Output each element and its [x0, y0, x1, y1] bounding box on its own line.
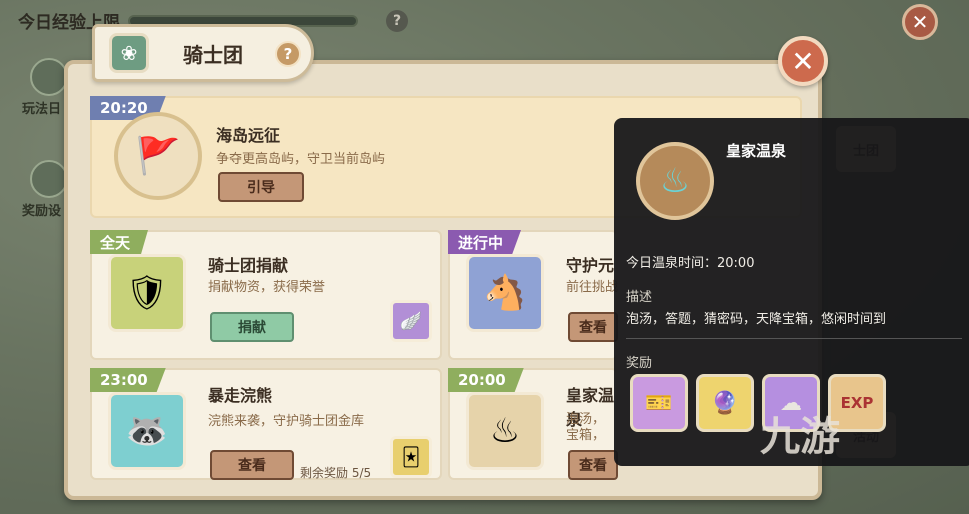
card-desc: 前往挑战	[566, 280, 619, 295]
card-reward-icon: 🃏	[390, 436, 432, 478]
hot-spring-icon: ♨	[636, 142, 714, 220]
side-menu-item-gameplay[interactable]: 玩法日	[22, 58, 68, 117]
guide-button[interactable]: 引导	[218, 172, 304, 202]
donate-button[interactable]: 捐献	[210, 312, 294, 342]
view-button[interactable]: 查看	[568, 312, 618, 342]
orb-reward-icon[interactable]: 🔮	[696, 374, 754, 432]
watermark-logo: 九游	[760, 414, 840, 460]
shield-icon: 🛡	[108, 254, 186, 332]
ticket-reward-icon[interactable]: 🎫	[630, 374, 688, 432]
reward-label: 奖励	[626, 356, 653, 371]
activity-card-guardian[interactable]: 进行中 🐴 守护元 前往挑战 查看	[448, 230, 618, 360]
time-tag: 23:00	[90, 368, 166, 392]
activity-card-raccoon[interactable]: 23:00 🦝 暴走浣熊 浣熊来袭，守护骑士团金库 查看 剩余奖励 5/5 🃏	[90, 368, 442, 480]
reward-settings-icon	[30, 160, 68, 198]
panel-title-tag: ❀ 骑士团 ?	[92, 24, 314, 82]
raccoon-icon: 🦝	[108, 392, 186, 470]
hot-spring-icon: ♨	[466, 392, 544, 470]
side-menu-item-reward[interactable]: 奖励设	[22, 160, 68, 219]
outer-close-icon[interactable]: ✕	[902, 4, 938, 40]
desc-label: 描述	[626, 290, 653, 305]
remaining-reward-count: 剩余奖励 5/5	[300, 466, 372, 480]
divider	[626, 338, 962, 339]
side-menu-label: 奖励设	[22, 204, 62, 219]
wing-reward-icon: 🪽	[390, 300, 432, 342]
card-desc: 宝箱，	[566, 428, 606, 443]
view-button[interactable]: 查看	[568, 450, 618, 480]
guild-emblem-icon: ❀	[109, 33, 149, 73]
card-title: 守护元	[566, 256, 615, 275]
horse-icon: 🐴	[466, 254, 544, 332]
island-flag-icon: 🚩	[114, 112, 202, 200]
time-tag: 20:00	[448, 368, 524, 392]
side-menu-label: 玩法日	[22, 102, 62, 117]
status-tag: 进行中	[448, 230, 522, 254]
card-title: 骑士团捐献	[208, 256, 289, 275]
card-desc: 捐献物资，获得荣誉	[208, 280, 326, 295]
panel-help-icon[interactable]: ?	[275, 41, 301, 67]
card-desc: 争夺更高岛屿，守卫当前岛屿	[216, 152, 386, 167]
panel-close-icon[interactable]: ✕	[778, 36, 828, 86]
activity-card-spring[interactable]: 20:00 ♨ 皇家温泉 泡汤， 宝箱， 查看	[448, 368, 618, 480]
activity-card-donate[interactable]: 全天 🛡 骑士团捐献 捐献物资，获得荣誉 捐献 🪽	[90, 230, 442, 360]
panel-title: 骑士团	[183, 42, 243, 67]
card-desc: 浣熊来袭，守护骑士团金库	[208, 414, 365, 429]
view-button[interactable]: 查看	[210, 450, 294, 480]
card-title: 暴走浣熊	[208, 386, 273, 405]
exp-help-icon[interactable]: ?	[386, 9, 408, 32]
gameplay-icon	[30, 58, 68, 96]
desc-text: 泡汤，答题，猜密码，天降宝箱，悠闲时间到	[626, 312, 887, 327]
time-tag: 全天	[90, 230, 149, 254]
card-title: 海岛远征	[216, 126, 281, 145]
spring-time-line: 今日温泉时间：20:00	[626, 256, 755, 271]
tooltip-title: 皇家温泉	[726, 142, 787, 160]
